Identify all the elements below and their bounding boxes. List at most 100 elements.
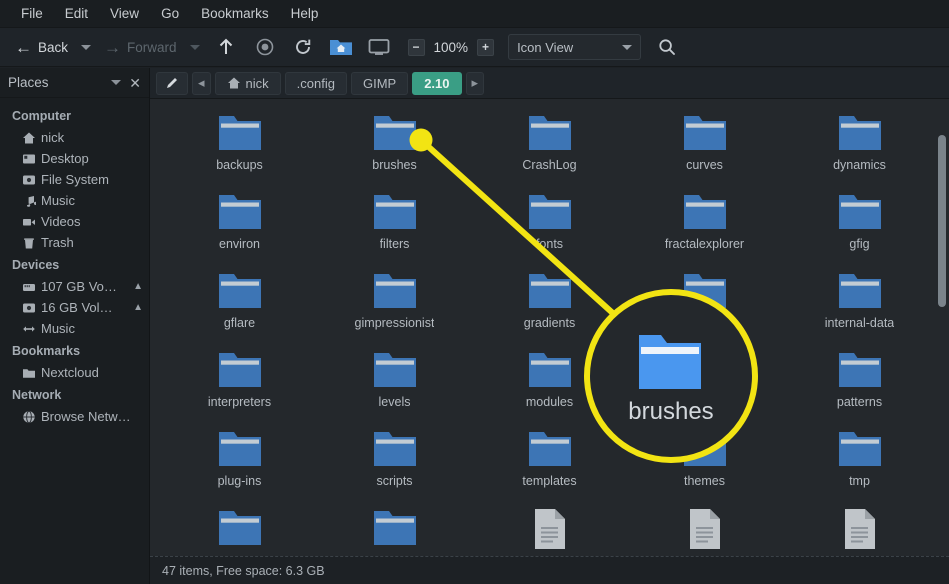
back-button[interactable]: ← Back	[8, 35, 75, 60]
file-item-gimpressionist[interactable]: gimpressionist	[317, 265, 472, 344]
path-edit-button[interactable]	[156, 71, 188, 95]
forward-button[interactable]: → Forward	[97, 35, 184, 60]
folder-icon	[528, 195, 571, 229]
eject-icon[interactable]: ▲	[133, 302, 143, 313]
folder-icon	[528, 353, 571, 387]
file-item-patterns[interactable]: patterns	[782, 344, 937, 423]
file-item-internal-data[interactable]: internal-data	[782, 265, 937, 344]
file-item-plug-ins[interactable]: plug-ins	[162, 423, 317, 502]
sidebar-item-label: Music	[41, 193, 75, 208]
file-item[interactable]	[162, 502, 317, 556]
stop-button[interactable]	[246, 33, 284, 61]
file-item-levels[interactable]: levels	[317, 344, 472, 423]
file-item-brushes[interactable]: brushes	[317, 107, 472, 186]
file-item-fractalexplorer[interactable]: fractalexplorer	[627, 186, 782, 265]
file-item-label: gfig	[849, 237, 870, 251]
disc-icon	[23, 303, 35, 312]
zoom-out-button[interactable]: −	[407, 38, 425, 56]
sidebar-item-videos[interactable]: Videos	[0, 211, 149, 232]
sidebar-item-desktop[interactable]: Desktop	[0, 148, 149, 169]
file-item-themes[interactable]: themes	[627, 423, 782, 502]
home-icon	[227, 77, 240, 89]
file-item[interactable]	[317, 502, 472, 556]
audio-disc-icon	[23, 325, 35, 332]
sidebar-item-16-gb-vol[interactable]: 16 GB Vol… ▲	[0, 297, 149, 318]
zoom-in-button[interactable]: +	[477, 38, 495, 56]
folder-icon	[23, 368, 35, 378]
reload-button[interactable]	[284, 33, 322, 61]
scrollbar-thumb[interactable]	[938, 135, 946, 307]
sidebar-item-label: nick	[41, 130, 65, 145]
sidebar-item-browse-netw[interactable]: Browse Netw…	[0, 406, 149, 427]
file-item-tmp[interactable]: tmp	[782, 423, 937, 502]
file-item-label: internal-data	[824, 316, 895, 330]
eject-icon[interactable]: ▲	[133, 281, 143, 292]
breadcrumb-label: .config	[296, 75, 335, 91]
sidebar-item-music[interactable]: Music	[0, 318, 149, 339]
file-item-templates[interactable]: templates	[472, 423, 627, 502]
sidebar-item-107-gb-vo[interactable]: 107 GB Vo… ▲	[0, 276, 149, 297]
menu-item-file[interactable]: File	[10, 3, 54, 24]
view-mode-label: Icon View	[517, 39, 574, 55]
music-note-icon	[27, 195, 36, 207]
file-item-gfig[interactable]: gfig	[782, 186, 937, 265]
file-item[interactable]	[472, 502, 627, 556]
file-item-gflare[interactable]: gflare	[162, 265, 317, 344]
menu-item-go[interactable]: Go	[150, 3, 190, 24]
file-item-environ[interactable]: environ	[162, 186, 317, 265]
file-item-interpreters[interactable]: interpreters	[162, 344, 317, 423]
file-item-label: gradients	[523, 316, 576, 330]
file-pane[interactable]: backups brushes CrashLog curves dynamics envi…	[150, 99, 949, 556]
sidebar-item-music[interactable]: Music	[0, 190, 149, 211]
arrow-right-icon: →	[104, 37, 122, 57]
sidebar-item-nextcloud[interactable]: Nextcloud	[0, 362, 149, 383]
path-scroll-right-button[interactable]: ▸	[465, 71, 485, 95]
menu-item-bookmarks[interactable]: Bookmarks	[190, 3, 280, 24]
file-item-fonts[interactable]: fonts	[472, 186, 627, 265]
folder-icon	[683, 116, 726, 150]
sidebar-item-label: Music	[41, 321, 75, 336]
view-mode-select[interactable]: Icon View	[508, 34, 642, 60]
file-item-crashlog[interactable]: CrashLog	[472, 107, 627, 186]
file-item-label: environ	[219, 237, 260, 251]
folder-icon	[218, 511, 261, 545]
sidebar-item-file-system[interactable]: File System	[0, 169, 149, 190]
file-item-modules[interactable]: modules	[472, 344, 627, 423]
display-button[interactable]	[360, 33, 398, 61]
sidebar-item-nick[interactable]: nick	[0, 127, 149, 148]
file-item-backups[interactable]: backups	[162, 107, 317, 186]
folder-icon	[373, 353, 416, 387]
breadcrumb-item-.config[interactable]: .config	[284, 71, 347, 95]
menu-item-edit[interactable]: Edit	[54, 3, 99, 24]
places-header: Places ✕	[0, 68, 149, 98]
file-item[interactable]	[627, 502, 782, 556]
file-item-curves[interactable]: curves	[627, 107, 782, 186]
back-history-caret-icon[interactable]	[81, 44, 92, 50]
chevron-right-icon: ▸	[471, 75, 479, 90]
forward-history-caret-icon[interactable]	[189, 44, 200, 50]
file-item-dynamics[interactable]: dynamics	[782, 107, 937, 186]
breadcrumb-item-2.10[interactable]: 2.10	[412, 71, 462, 95]
vertical-scrollbar[interactable]	[936, 131, 948, 556]
search-button[interactable]	[651, 33, 683, 61]
sidebar-item-label: Desktop	[41, 151, 89, 166]
file-item[interactable]	[782, 502, 937, 556]
file-item-filters[interactable]: filters	[317, 186, 472, 265]
sidebar-item-trash[interactable]: Trash	[0, 232, 149, 253]
close-icon[interactable]: ✕	[129, 76, 141, 90]
breadcrumb-item-nick[interactable]: nick	[214, 71, 281, 95]
removable-drive-icon	[23, 283, 35, 291]
file-item-scripts[interactable]: scripts	[317, 423, 472, 502]
file-item-label: scripts	[376, 474, 413, 488]
chevron-down-icon[interactable]	[111, 80, 122, 85]
up-button[interactable]	[206, 33, 246, 61]
menu-item-help[interactable]: Help	[280, 3, 330, 24]
search-icon	[659, 39, 676, 55]
file-item-palettes[interactable]: palettes	[627, 344, 782, 423]
menu-item-view[interactable]: View	[99, 3, 150, 24]
file-item-icons[interactable]: icons	[627, 265, 782, 344]
breadcrumb-item-gimp[interactable]: GIMP	[350, 71, 409, 95]
path-scroll-left-button[interactable]: ◂	[192, 71, 211, 95]
file-item-gradients[interactable]: gradients	[472, 265, 627, 344]
home-folder-button[interactable]	[322, 33, 360, 61]
